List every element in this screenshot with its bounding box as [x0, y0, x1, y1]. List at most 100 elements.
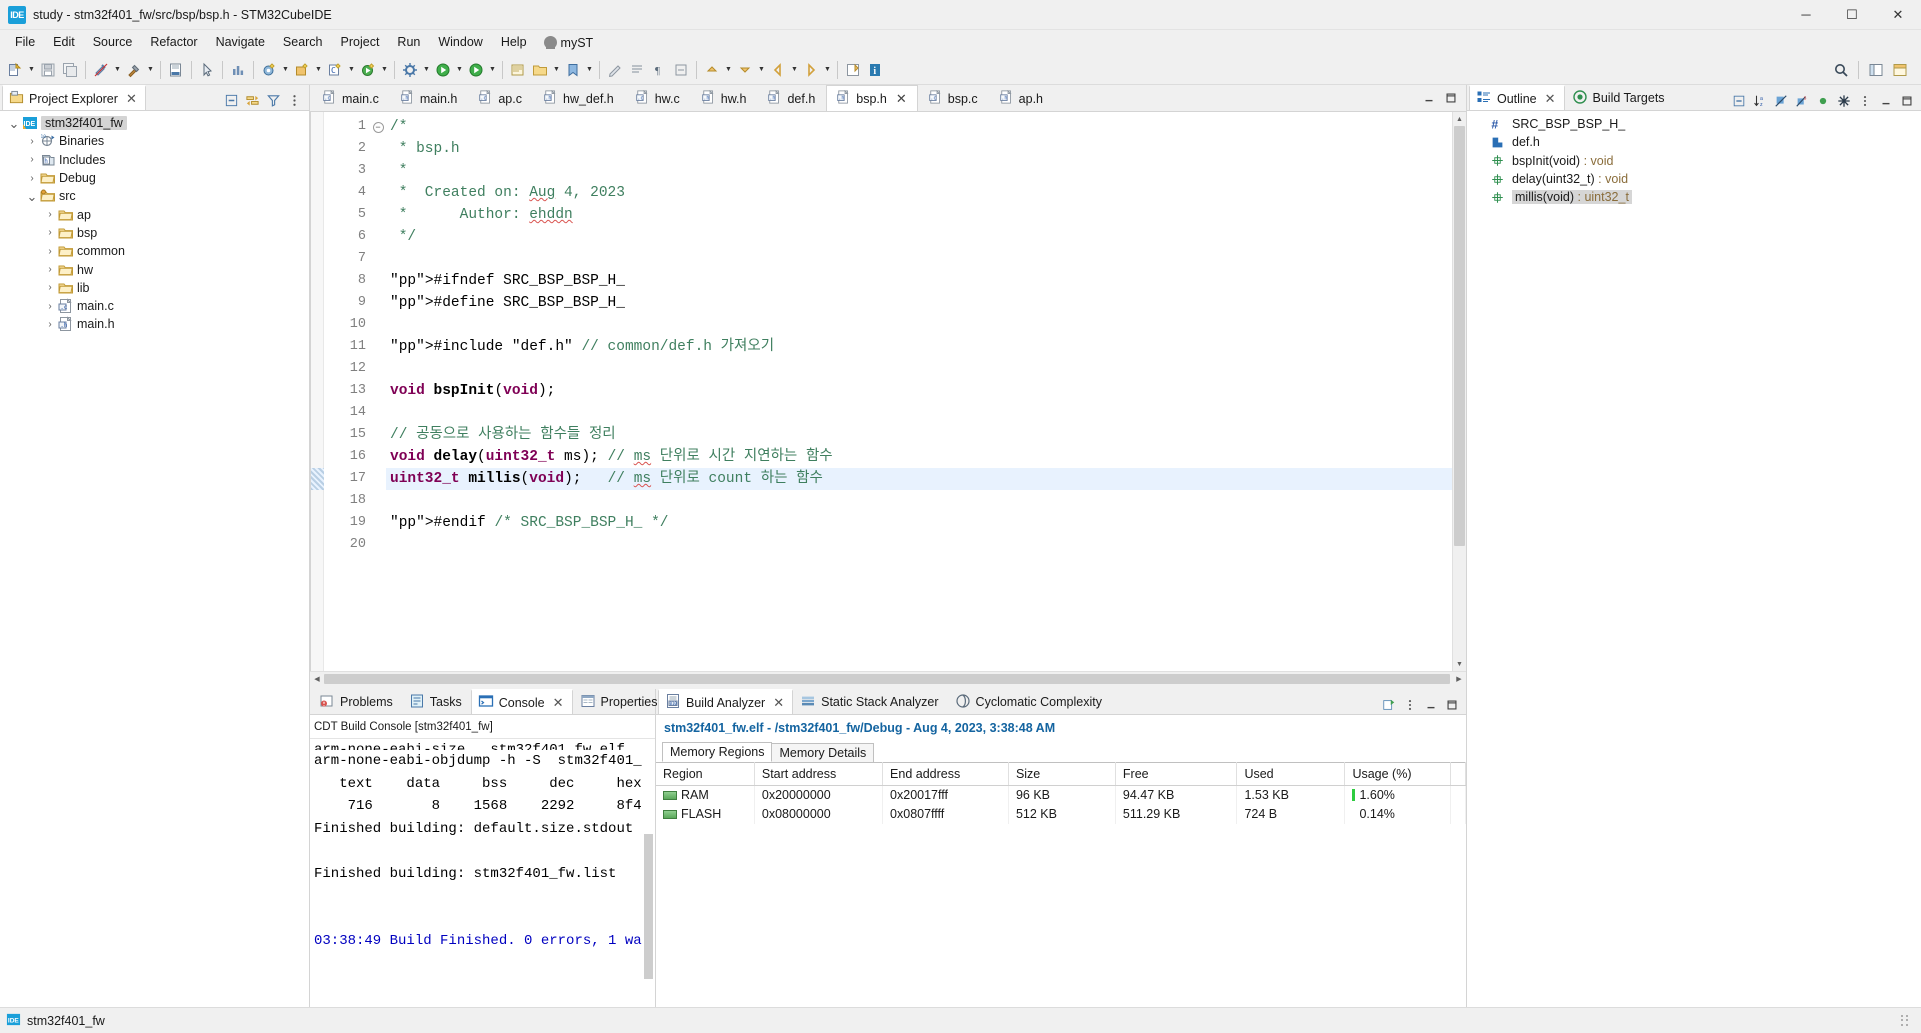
code-line[interactable]: void delay(uint32_t ms); // ms 단위로 시간 지연…: [386, 446, 1452, 468]
new-icon[interactable]: [4, 59, 26, 81]
fold-cell[interactable]: [370, 182, 386, 204]
tree-item-stm32f401-fw[interactable]: ⌄ IDE stm32f401_fw: [0, 114, 309, 132]
toggle-block-icon[interactable]: [670, 59, 692, 81]
build-hammer-icon[interactable]: [123, 59, 145, 81]
debug-launch-dropdown-icon[interactable]: ▼: [313, 59, 324, 81]
editor-tab-ap-c[interactable]: .c ap.c: [468, 85, 533, 111]
filter-icon[interactable]: [264, 91, 283, 110]
myst-account-button[interactable]: myST: [536, 34, 602, 52]
link-with-editor-icon[interactable]: [243, 91, 262, 110]
fold-cell[interactable]: [370, 446, 386, 468]
tree-item-src[interactable]: ⌄ src: [0, 187, 309, 205]
maximize-ba-icon[interactable]: [1442, 695, 1461, 714]
chevron-right-icon[interactable]: ›: [42, 282, 58, 293]
back-dropdown-icon[interactable]: ▼: [789, 59, 800, 81]
menu-refactor[interactable]: Refactor: [141, 31, 206, 54]
chevron-right-icon[interactable]: ›: [42, 246, 58, 257]
editor-tab-main-c[interactable]: .c main.c: [312, 85, 390, 111]
menu-edit[interactable]: Edit: [44, 31, 84, 54]
outline-item[interactable]: delay(uint32_t) : void: [1467, 170, 1921, 188]
scroll-up-icon[interactable]: ▲: [1453, 112, 1466, 126]
hide-static-icon[interactable]: s: [1792, 91, 1811, 110]
outline-item[interactable]: # SRC_BSP_BSP_H_: [1467, 115, 1921, 133]
fold-cell[interactable]: [370, 512, 386, 534]
next-annotation-icon[interactable]: [734, 59, 756, 81]
editor-tab-def-h[interactable]: .h def.h: [757, 85, 826, 111]
console-output[interactable]: arm-none-eabi-size stm32f401_fw.elf arm-n…: [310, 739, 655, 1007]
close-icon[interactable]: ✕: [773, 695, 784, 711]
table-row[interactable]: RAM 0x20000000 0x20017fff 96 KB 94.47 KB 1.53…: [656, 785, 1466, 805]
code-text[interactable]: /* * bsp.h * * Created on: Aug 4, 2023 *…: [386, 112, 1452, 671]
tree-item-lib[interactable]: › lib: [0, 279, 309, 297]
external-tools-dropdown-icon[interactable]: ▼: [421, 59, 432, 81]
tree-item-binaries[interactable]: › 10 Binaries: [0, 132, 309, 150]
forward-icon[interactable]: [800, 59, 822, 81]
fold-collapse-icon[interactable]: −: [372, 121, 384, 133]
perspective-c-icon[interactable]: [1865, 59, 1887, 81]
minimize-outline-icon[interactable]: [1876, 91, 1895, 110]
c-project-icon[interactable]: C: [324, 59, 346, 81]
perspective-debug-icon[interactable]: [1889, 59, 1911, 81]
code-line[interactable]: "pp">#define SRC_BSP_BSP_H_: [386, 292, 1452, 314]
previous-annotation-dropdown-icon[interactable]: ▼: [723, 59, 734, 81]
pencil-edit-icon[interactable]: [604, 59, 626, 81]
h-scroll-thumb[interactable]: [324, 673, 1450, 684]
code-line[interactable]: /*: [386, 116, 1452, 138]
maximize-button[interactable]: ☐: [1829, 0, 1875, 30]
collapse-all-outline-icon[interactable]: [1729, 91, 1748, 110]
run-green-icon[interactable]: [357, 59, 379, 81]
chevron-right-icon[interactable]: ›: [42, 227, 58, 238]
collapse-all-icon[interactable]: [222, 91, 241, 110]
menu-run[interactable]: Run: [388, 31, 429, 54]
view-menu-icon[interactable]: [285, 91, 304, 110]
editor-tab-hw-c[interactable]: .c hw.c: [625, 85, 691, 111]
info-icon[interactable]: i: [864, 59, 886, 81]
fold-cell[interactable]: [370, 534, 386, 556]
fold-cell[interactable]: [370, 490, 386, 512]
menu-window[interactable]: Window: [429, 31, 491, 54]
editor-tab-main-h[interactable]: .h main.h: [390, 85, 469, 111]
outline-item[interactable]: bspInit(void) : void: [1467, 152, 1921, 170]
fold-cell[interactable]: [370, 314, 386, 336]
scroll-right-icon[interactable]: ▶: [1452, 675, 1466, 683]
external-tools-icon[interactable]: [399, 59, 421, 81]
close-icon[interactable]: ✕: [553, 695, 564, 711]
code-line[interactable]: [386, 314, 1452, 336]
outline-tab-build-targets[interactable]: Build Targets: [1565, 85, 1674, 110]
fold-cell[interactable]: [370, 292, 386, 314]
code-line[interactable]: [386, 358, 1452, 380]
c-project-dropdown-icon[interactable]: ▼: [346, 59, 357, 81]
editor-tab-hw-def-h[interactable]: .h hw_def.h: [533, 85, 625, 111]
close-icon[interactable]: ✕: [896, 91, 907, 107]
open-type-icon[interactable]: [507, 59, 529, 81]
fold-cell[interactable]: [370, 468, 386, 490]
folder-dropdown-icon[interactable]: ▼: [551, 59, 562, 81]
fold-cell[interactable]: [370, 424, 386, 446]
editor-marker-bar[interactable]: [311, 112, 324, 671]
code-line[interactable]: void bspInit(void);: [386, 380, 1452, 402]
chevron-right-icon[interactable]: ›: [24, 173, 40, 184]
debug-launch-icon[interactable]: [291, 59, 313, 81]
menu-help[interactable]: Help: [492, 31, 536, 54]
ba-tab-cyclomatic-complexity[interactable]: Cyclomatic Complexity: [948, 689, 1111, 714]
fold-cell[interactable]: [370, 226, 386, 248]
table-row[interactable]: FLASH 0x08000000 0x0807ffff 512 KB 511.29 KB…: [656, 804, 1466, 824]
tree-item-bsp[interactable]: › bsp: [0, 224, 309, 242]
bottom-tab-problems[interactable]: Problems: [312, 689, 402, 714]
run-green2-icon[interactable]: [465, 59, 487, 81]
menu-file[interactable]: File: [6, 31, 44, 54]
code-line[interactable]: [386, 490, 1452, 512]
outline-filter-icon[interactable]: [1834, 91, 1853, 110]
resize-grip-icon[interactable]: [1901, 1014, 1911, 1027]
tree-item-debug[interactable]: › Debug: [0, 169, 309, 187]
run-dropdown-icon[interactable]: ▼: [379, 59, 390, 81]
code-line[interactable]: * Created on: Aug 4, 2023: [386, 182, 1452, 204]
ba-subtab-memory-regions[interactable]: Memory Regions: [662, 742, 773, 762]
fold-cell[interactable]: −: [370, 116, 386, 138]
outline-tab-outline[interactable]: Outline ✕: [1469, 85, 1565, 110]
build-configuration-icon[interactable]: [165, 59, 187, 81]
code-editor[interactable]: 1 2 3 4 5 6 7 8 9 10 11 12 13 14 15 16 17 18 19 20 − /* * b…: [310, 112, 1466, 671]
build-all-dropdown-icon[interactable]: ▼: [112, 59, 123, 81]
code-line[interactable]: // 공동으로 사용하는 함수들 정리: [386, 424, 1452, 446]
fold-cell[interactable]: [370, 358, 386, 380]
